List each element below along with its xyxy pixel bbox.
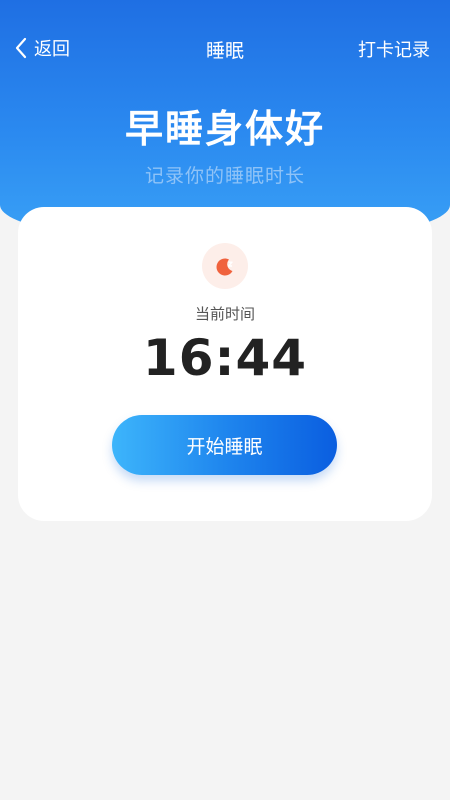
hero-subtitle: 记录你的睡眠时长 (144, 165, 305, 187)
current-time-value: 16:44 (142, 329, 308, 387)
checkin-records-link[interactable]: 打卡记录 (358, 36, 430, 62)
sleep-card: 当前时间 16:44 开始睡眠 (18, 207, 432, 521)
moon-sleep-icon (202, 243, 248, 289)
nav-bar: 返回 睡眠 打卡记录 (0, 28, 450, 68)
hero-title: 早睡身体好 (124, 107, 325, 151)
start-sleep-button[interactable]: 开始睡眠 (112, 415, 337, 475)
current-time-label: 当前时间 (194, 305, 255, 323)
